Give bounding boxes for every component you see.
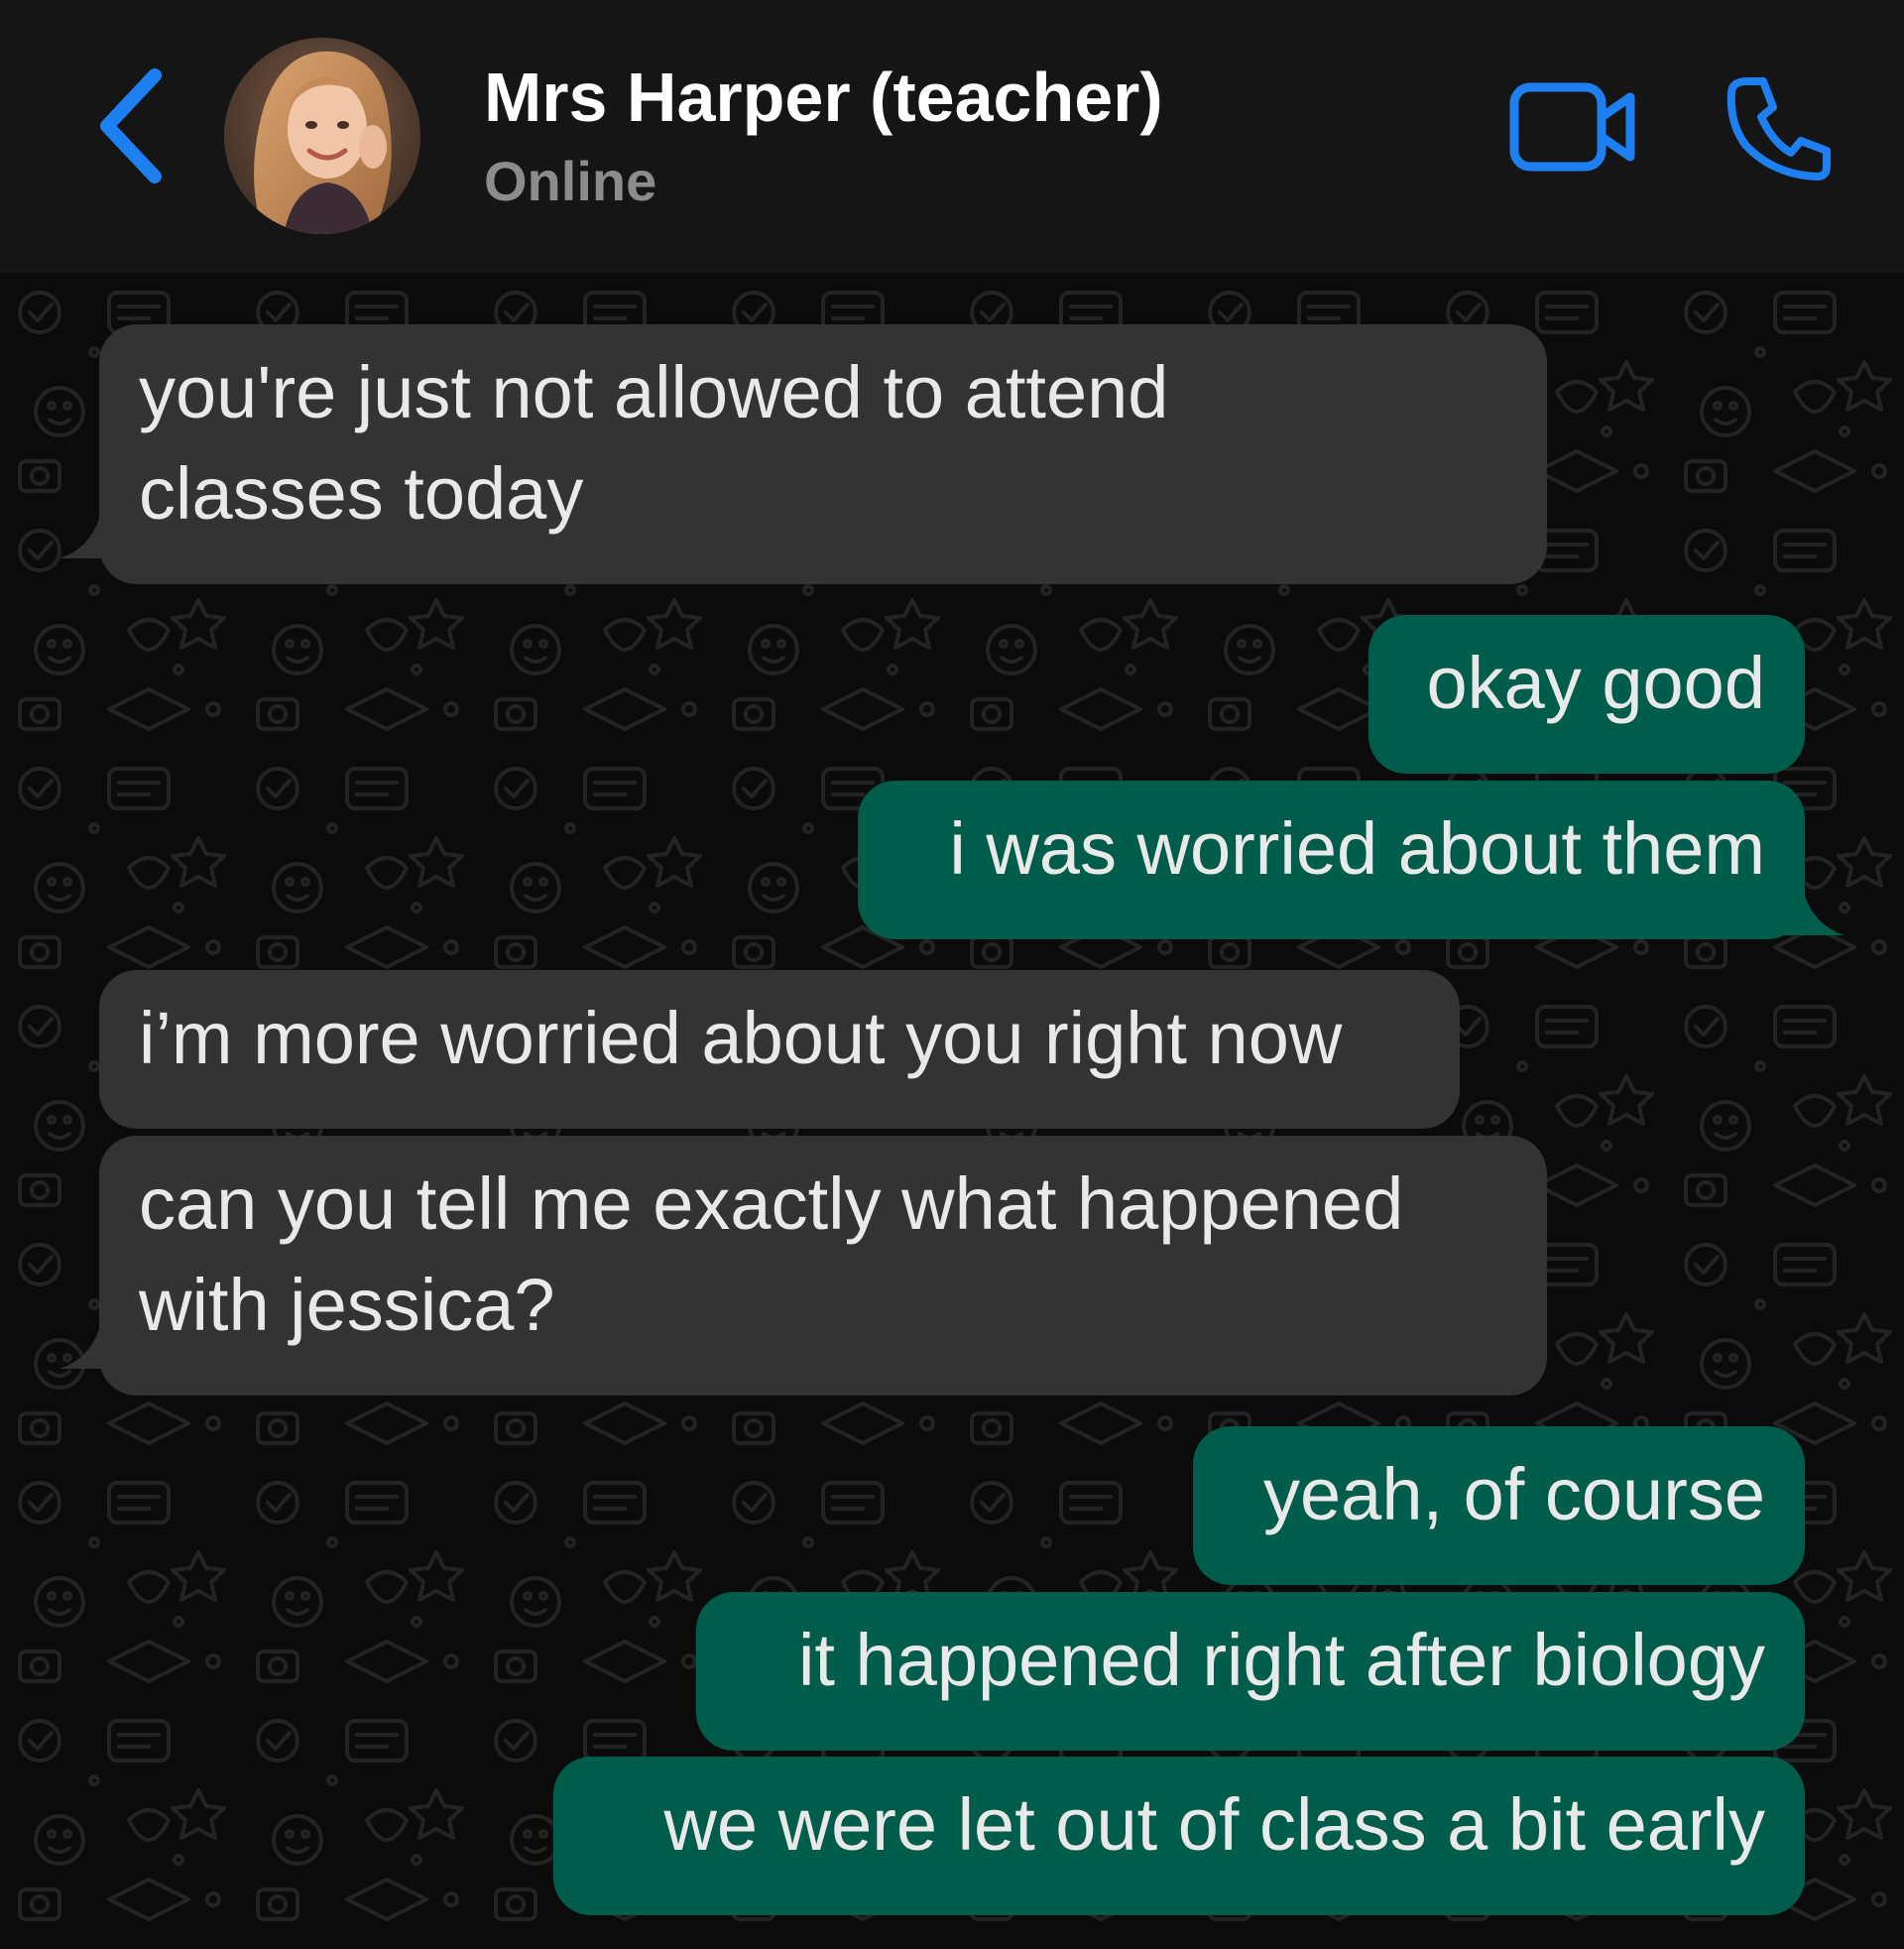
- outgoing-message[interactable]: it happened right after biology: [696, 1592, 1805, 1751]
- incoming-message[interactable]: i’m more worried about you right now: [99, 970, 1460, 1129]
- message-line: you're just not allowed to attend: [139, 351, 1169, 433]
- message-line: with jessica?: [139, 1264, 555, 1346]
- message-line: can you tell me exactly what happened: [139, 1162, 1404, 1245]
- outgoing-message[interactable]: i was worried about them: [858, 781, 1805, 939]
- chat-header: Mrs Harper (teacher) Online: [0, 0, 1904, 273]
- contact-photo: [224, 38, 420, 234]
- message-line: i’m more worried about you right now: [139, 997, 1343, 1079]
- contact-status: Online: [484, 150, 657, 212]
- message-list[interactable]: you're just not allowed to attend classe…: [0, 273, 1904, 1949]
- incoming-message[interactable]: can you tell me exactly what happened wi…: [99, 1136, 1547, 1396]
- message-line: yeah, of course: [1263, 1453, 1765, 1535]
- back-button[interactable]: [87, 61, 177, 190]
- video-call-button[interactable]: [1509, 81, 1638, 173]
- video-camera-icon: [1509, 82, 1635, 172]
- outgoing-message[interactable]: okay good: [1368, 615, 1805, 774]
- outgoing-message[interactable]: we were let out of class a bit early: [553, 1757, 1805, 1915]
- message-line: okay good: [1426, 642, 1766, 724]
- message-line: we were let out of class a bit early: [663, 1783, 1765, 1866]
- message-line: i was worried about them: [949, 807, 1765, 890]
- chat-screen: Mrs Harper (teacher) Online you're just …: [0, 0, 1904, 1949]
- message-line: classes today: [139, 452, 584, 535]
- avatar[interactable]: [224, 38, 420, 234]
- contact-name[interactable]: Mrs Harper (teacher): [484, 58, 1163, 137]
- outgoing-message[interactable]: yeah, of course: [1193, 1426, 1805, 1585]
- incoming-message[interactable]: you're just not allowed to attend classe…: [99, 324, 1547, 584]
- phone-icon: [1726, 77, 1831, 181]
- bubble-tail: [1775, 886, 1844, 935]
- chevron-left-icon: [100, 68, 162, 183]
- message-line: it happened right after biology: [797, 1619, 1765, 1701]
- voice-call-button[interactable]: [1724, 73, 1835, 184]
